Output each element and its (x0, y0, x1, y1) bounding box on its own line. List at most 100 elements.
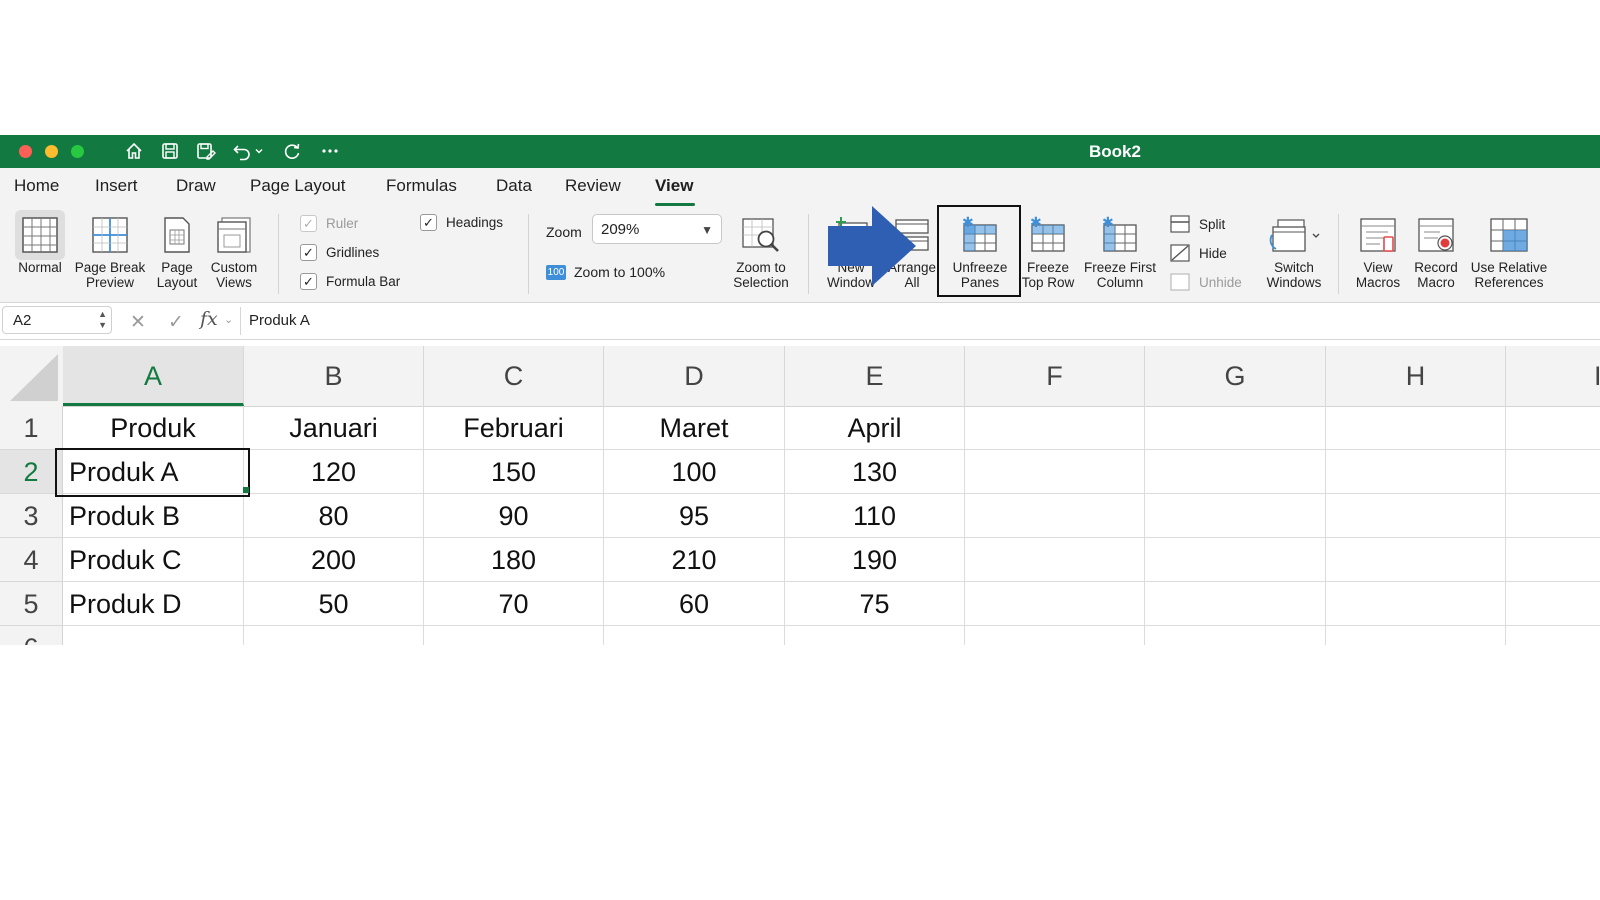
freeze-top-row-button[interactable]: ✱ Freeze Top Row (1016, 210, 1080, 290)
view-macros-button[interactable]: View Macros (1346, 210, 1410, 290)
undo-dropdown-icon[interactable] (252, 139, 266, 163)
name-box[interactable]: A2 ▲ ▼ (2, 306, 112, 334)
column-header-i[interactable]: I (1506, 346, 1600, 406)
cancel-entry-icon[interactable]: ✕ (130, 311, 146, 334)
cell-f2[interactable] (965, 450, 1145, 494)
cell-h2[interactable] (1326, 450, 1506, 494)
cell-e2[interactable]: 130 (785, 450, 965, 494)
cell-d2[interactable]: 100 (604, 450, 785, 494)
cell-c5[interactable]: 70 (424, 582, 604, 626)
cell-i1[interactable] (1506, 406, 1600, 450)
page-break-preview-button[interactable]: Page Break Preview (70, 210, 150, 290)
row-header-5[interactable]: 5 (0, 582, 63, 626)
cell-i6[interactable] (1506, 626, 1600, 645)
cell-i3[interactable] (1506, 494, 1600, 538)
column-header-b[interactable]: B (244, 346, 424, 406)
column-header-h[interactable]: H (1326, 346, 1506, 406)
cell-d6[interactable] (604, 626, 785, 645)
cell-d5[interactable]: 60 (604, 582, 785, 626)
split-button[interactable]: Split (1170, 215, 1225, 233)
cell-h5[interactable] (1326, 582, 1506, 626)
cell-c2[interactable]: 150 (424, 450, 604, 494)
formula-input[interactable]: Produk A (249, 312, 310, 329)
cell-b4[interactable]: 200 (244, 538, 424, 582)
cell-a5[interactable]: Produk D (63, 582, 244, 626)
row-header-4[interactable]: 4 (0, 538, 63, 582)
column-header-g[interactable]: G (1145, 346, 1326, 406)
cell-g6[interactable] (1145, 626, 1326, 645)
column-header-c[interactable]: C (424, 346, 604, 406)
ruler-checkbox[interactable]: ✓ Ruler (300, 215, 358, 232)
row-header-1[interactable]: 1 (0, 406, 63, 450)
cell-f3[interactable] (965, 494, 1145, 538)
cell-g3[interactable] (1145, 494, 1326, 538)
cell-f4[interactable] (965, 538, 1145, 582)
cell-i4[interactable] (1506, 538, 1600, 582)
column-header-f[interactable]: F (965, 346, 1145, 406)
freeze-first-column-button[interactable]: ✱ Freeze First Column (1076, 210, 1164, 290)
save-icon[interactable] (158, 139, 182, 163)
confirm-entry-icon[interactable]: ✓ (168, 311, 184, 334)
save-as-icon[interactable] (194, 139, 218, 163)
page-layout-button[interactable]: Page Layout (152, 210, 202, 290)
column-header-e[interactable]: E (785, 346, 965, 406)
custom-views-button[interactable]: Custom Views (206, 210, 262, 290)
normal-view-button[interactable]: Normal (10, 210, 70, 275)
row-header-3[interactable]: 3 (0, 494, 63, 538)
cell-a1[interactable]: Produk (63, 406, 244, 450)
cell-i5[interactable] (1506, 582, 1600, 626)
unhide-button[interactable]: Unhide (1170, 273, 1242, 291)
tab-review[interactable]: Review (565, 176, 621, 196)
redo-icon[interactable] (280, 139, 304, 163)
column-header-a[interactable]: A (63, 346, 244, 406)
cell-g4[interactable] (1145, 538, 1326, 582)
cell-a3[interactable]: Produk B (63, 494, 244, 538)
more-icon[interactable] (318, 139, 342, 163)
tab-formulas[interactable]: Formulas (386, 176, 457, 196)
tab-data[interactable]: Data (496, 176, 532, 196)
close-window-button[interactable] (19, 145, 32, 158)
undo-icon[interactable] (230, 139, 254, 163)
zoom-to-selection-button[interactable]: Zoom to Selection (726, 210, 796, 290)
tab-page-layout[interactable]: Page Layout (250, 176, 345, 196)
zoom-select[interactable]: 209% ▼ (592, 214, 722, 244)
cell-i2[interactable] (1506, 450, 1600, 494)
cell-b1[interactable]: Januari (244, 406, 424, 450)
tab-view[interactable]: View (655, 176, 693, 196)
cell-e5[interactable]: 75 (785, 582, 965, 626)
hide-button[interactable]: Hide (1170, 244, 1227, 262)
cell-e3[interactable]: 110 (785, 494, 965, 538)
cell-c4[interactable]: 180 (424, 538, 604, 582)
cell-c6[interactable] (424, 626, 604, 645)
tab-home[interactable]: Home (14, 176, 59, 196)
select-all-button[interactable] (0, 346, 64, 406)
row-header-2[interactable]: 2 (0, 450, 63, 494)
cell-h3[interactable] (1326, 494, 1506, 538)
cell-c3[interactable]: 90 (424, 494, 604, 538)
column-header-d[interactable]: D (604, 346, 785, 406)
cell-f6[interactable] (965, 626, 1145, 645)
zoom-to-100-button[interactable]: 100 Zoom to 100% (546, 264, 665, 280)
use-relative-references-button[interactable]: Use Relative References (1464, 210, 1554, 290)
switch-windows-button[interactable]: Switch Windows (1256, 210, 1332, 290)
cell-b3[interactable]: 80 (244, 494, 424, 538)
insert-function-icon[interactable]: fx (200, 308, 218, 330)
cell-e1[interactable]: April (785, 406, 965, 450)
row-header-6[interactable]: 6 (0, 626, 63, 645)
cell-f5[interactable] (965, 582, 1145, 626)
cell-b5[interactable]: 50 (244, 582, 424, 626)
gridlines-checkbox[interactable]: ✓ Gridlines (300, 244, 379, 261)
cell-f1[interactable] (965, 406, 1145, 450)
cell-a6[interactable] (63, 626, 244, 645)
home-icon[interactable] (122, 139, 146, 163)
cell-g1[interactable] (1145, 406, 1326, 450)
cell-g5[interactable] (1145, 582, 1326, 626)
cell-b2[interactable]: 120 (244, 450, 424, 494)
cell-d4[interactable]: 210 (604, 538, 785, 582)
chevron-down-icon[interactable]: ⌄ (224, 313, 233, 326)
name-box-stepper-icon[interactable]: ▲ ▼ (98, 309, 107, 331)
minimize-window-button[interactable] (45, 145, 58, 158)
cell-e4[interactable]: 190 (785, 538, 965, 582)
record-macro-button[interactable]: Record Macro (1404, 210, 1468, 290)
cell-d3[interactable]: 95 (604, 494, 785, 538)
